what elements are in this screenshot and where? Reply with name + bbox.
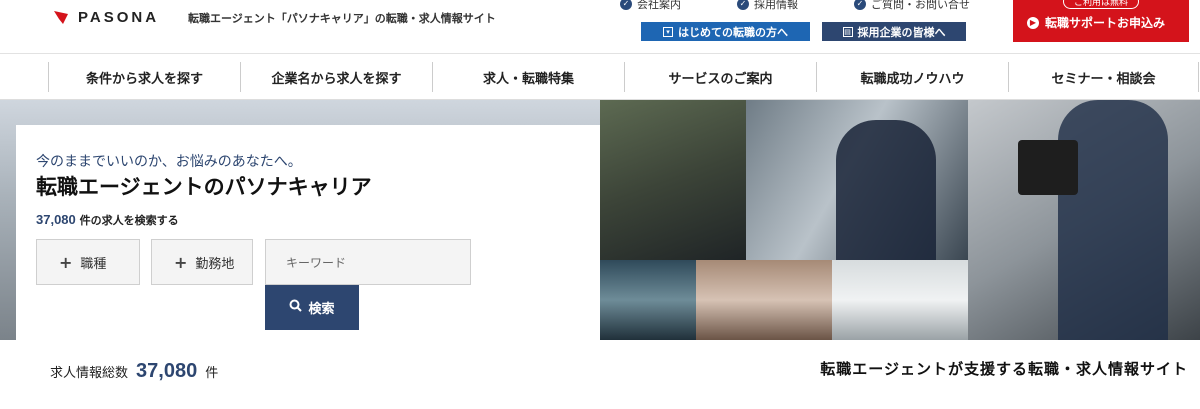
search-icon [289,299,303,316]
total-count: 37,080 [136,360,198,382]
job-type-button[interactable]: + 職種 [36,239,140,285]
keyword-input[interactable]: キーワード [265,239,471,285]
contact-label: ご質問・お問い合せ [871,0,970,11]
support-text: 転職エージェントが支援する転職・求人情報サイト [820,360,1188,378]
hero-photo-office [832,260,968,340]
nav-item-features[interactable]: 求人・転職特集 [432,62,624,92]
site-tagline: 転職エージェント「パソナキャリア」の転職・求人情報サイト [188,12,496,25]
arrow-right-icon: ▶ [1027,16,1039,29]
nav-item-knowhow[interactable]: 転職成功ノウハウ [816,62,1008,92]
summary-bar: 求人情報総数 37,080 件 転職エージェントが支援する転職・求人情報サイト [0,340,1200,409]
location-button[interactable]: + 勤務地 [151,239,253,285]
job-count-suffix: 件の求人を検索する [79,214,179,227]
contact-link[interactable]: ✓ ご質問・お問い合せ [854,0,970,12]
search-label: 検索 [308,302,335,317]
plus-icon: + [59,252,73,272]
site-header: PASONA 転職エージェント「パソナキャリア」の転職・求人情報サイト ✓ 会社… [0,0,1200,54]
top-links: ✓ 会社案内 ✓ 採用情報 ✓ ご質問・お問い合せ [620,0,970,12]
hero-photo-server [600,260,696,340]
company-info-label: 会社案内 [637,0,681,11]
job-count: 37,080 [36,212,76,227]
plus-icon: + [174,252,188,272]
corporate-label: 採用企業の皆様へ [857,25,946,39]
total-jobs: 求人情報総数 37,080 件 [50,360,218,383]
global-nav: 条件から求人を探す 企業名から求人を探す 求人・転職特集 サービスのご案内 転職… [0,54,1200,100]
job-count-line: 37,080 件の求人を検索する [36,212,179,228]
check-circle-icon: ✓ [854,0,866,10]
recruit-info-label: 採用情報 [754,0,798,11]
total-unit: 件 [205,366,219,381]
corporate-button[interactable]: ▤ 採用企業の皆様へ [822,22,966,41]
hero-photo-briefcase [968,100,1200,340]
first-time-button[interactable]: ▾ はじめての転職の方へ [641,22,810,41]
search-panel: 今のままでいいのか、お悩みのあなたへ。 転職エージェントのパソナキャリア 37,… [16,125,600,340]
check-circle-icon: ✓ [737,0,749,10]
logo-text: PASONA [78,8,160,26]
check-circle-icon: ✓ [620,0,632,10]
apply-support-label: 転職サポートお申込み [1045,16,1166,30]
hero-photo-team [696,260,832,340]
location-label: 勤務地 [195,256,235,272]
total-label: 求人情報総数 [50,366,129,381]
recruit-info-link[interactable]: ✓ 採用情報 [737,0,798,12]
beginner-mark-icon: ▾ [663,26,673,37]
job-type-label: 職種 [80,256,107,272]
free-badge: ご利用は無料 [1013,0,1189,9]
hero-title: 転職エージェントのパソナキャリア [36,174,372,199]
building-icon: ▤ [842,26,853,37]
nav-item-search-by-company[interactable]: 企業名から求人を探す [240,62,432,92]
nav-item-search-by-condition[interactable]: 条件から求人を探す [48,62,240,92]
pasona-logo-mark-icon [52,8,70,26]
first-time-label: はじめての転職の方へ [678,25,788,39]
pasona-logo[interactable]: PASONA [52,8,159,26]
company-info-link[interactable]: ✓ 会社案内 [620,0,681,12]
apply-support-button[interactable]: ご利用は無料 ▶ 転職サポートお申込み [1013,0,1189,42]
hero-photo-businessman [746,100,968,260]
nav-item-services[interactable]: サービスのご案内 [624,62,816,92]
hero-lead: 今のままでいいのか、お悩みのあなたへ。 [36,154,302,170]
hero-photo-lobby [600,100,746,260]
search-button[interactable]: 検索 [265,285,359,330]
nav-item-seminars[interactable]: セミナー・相談会 [1008,62,1199,92]
